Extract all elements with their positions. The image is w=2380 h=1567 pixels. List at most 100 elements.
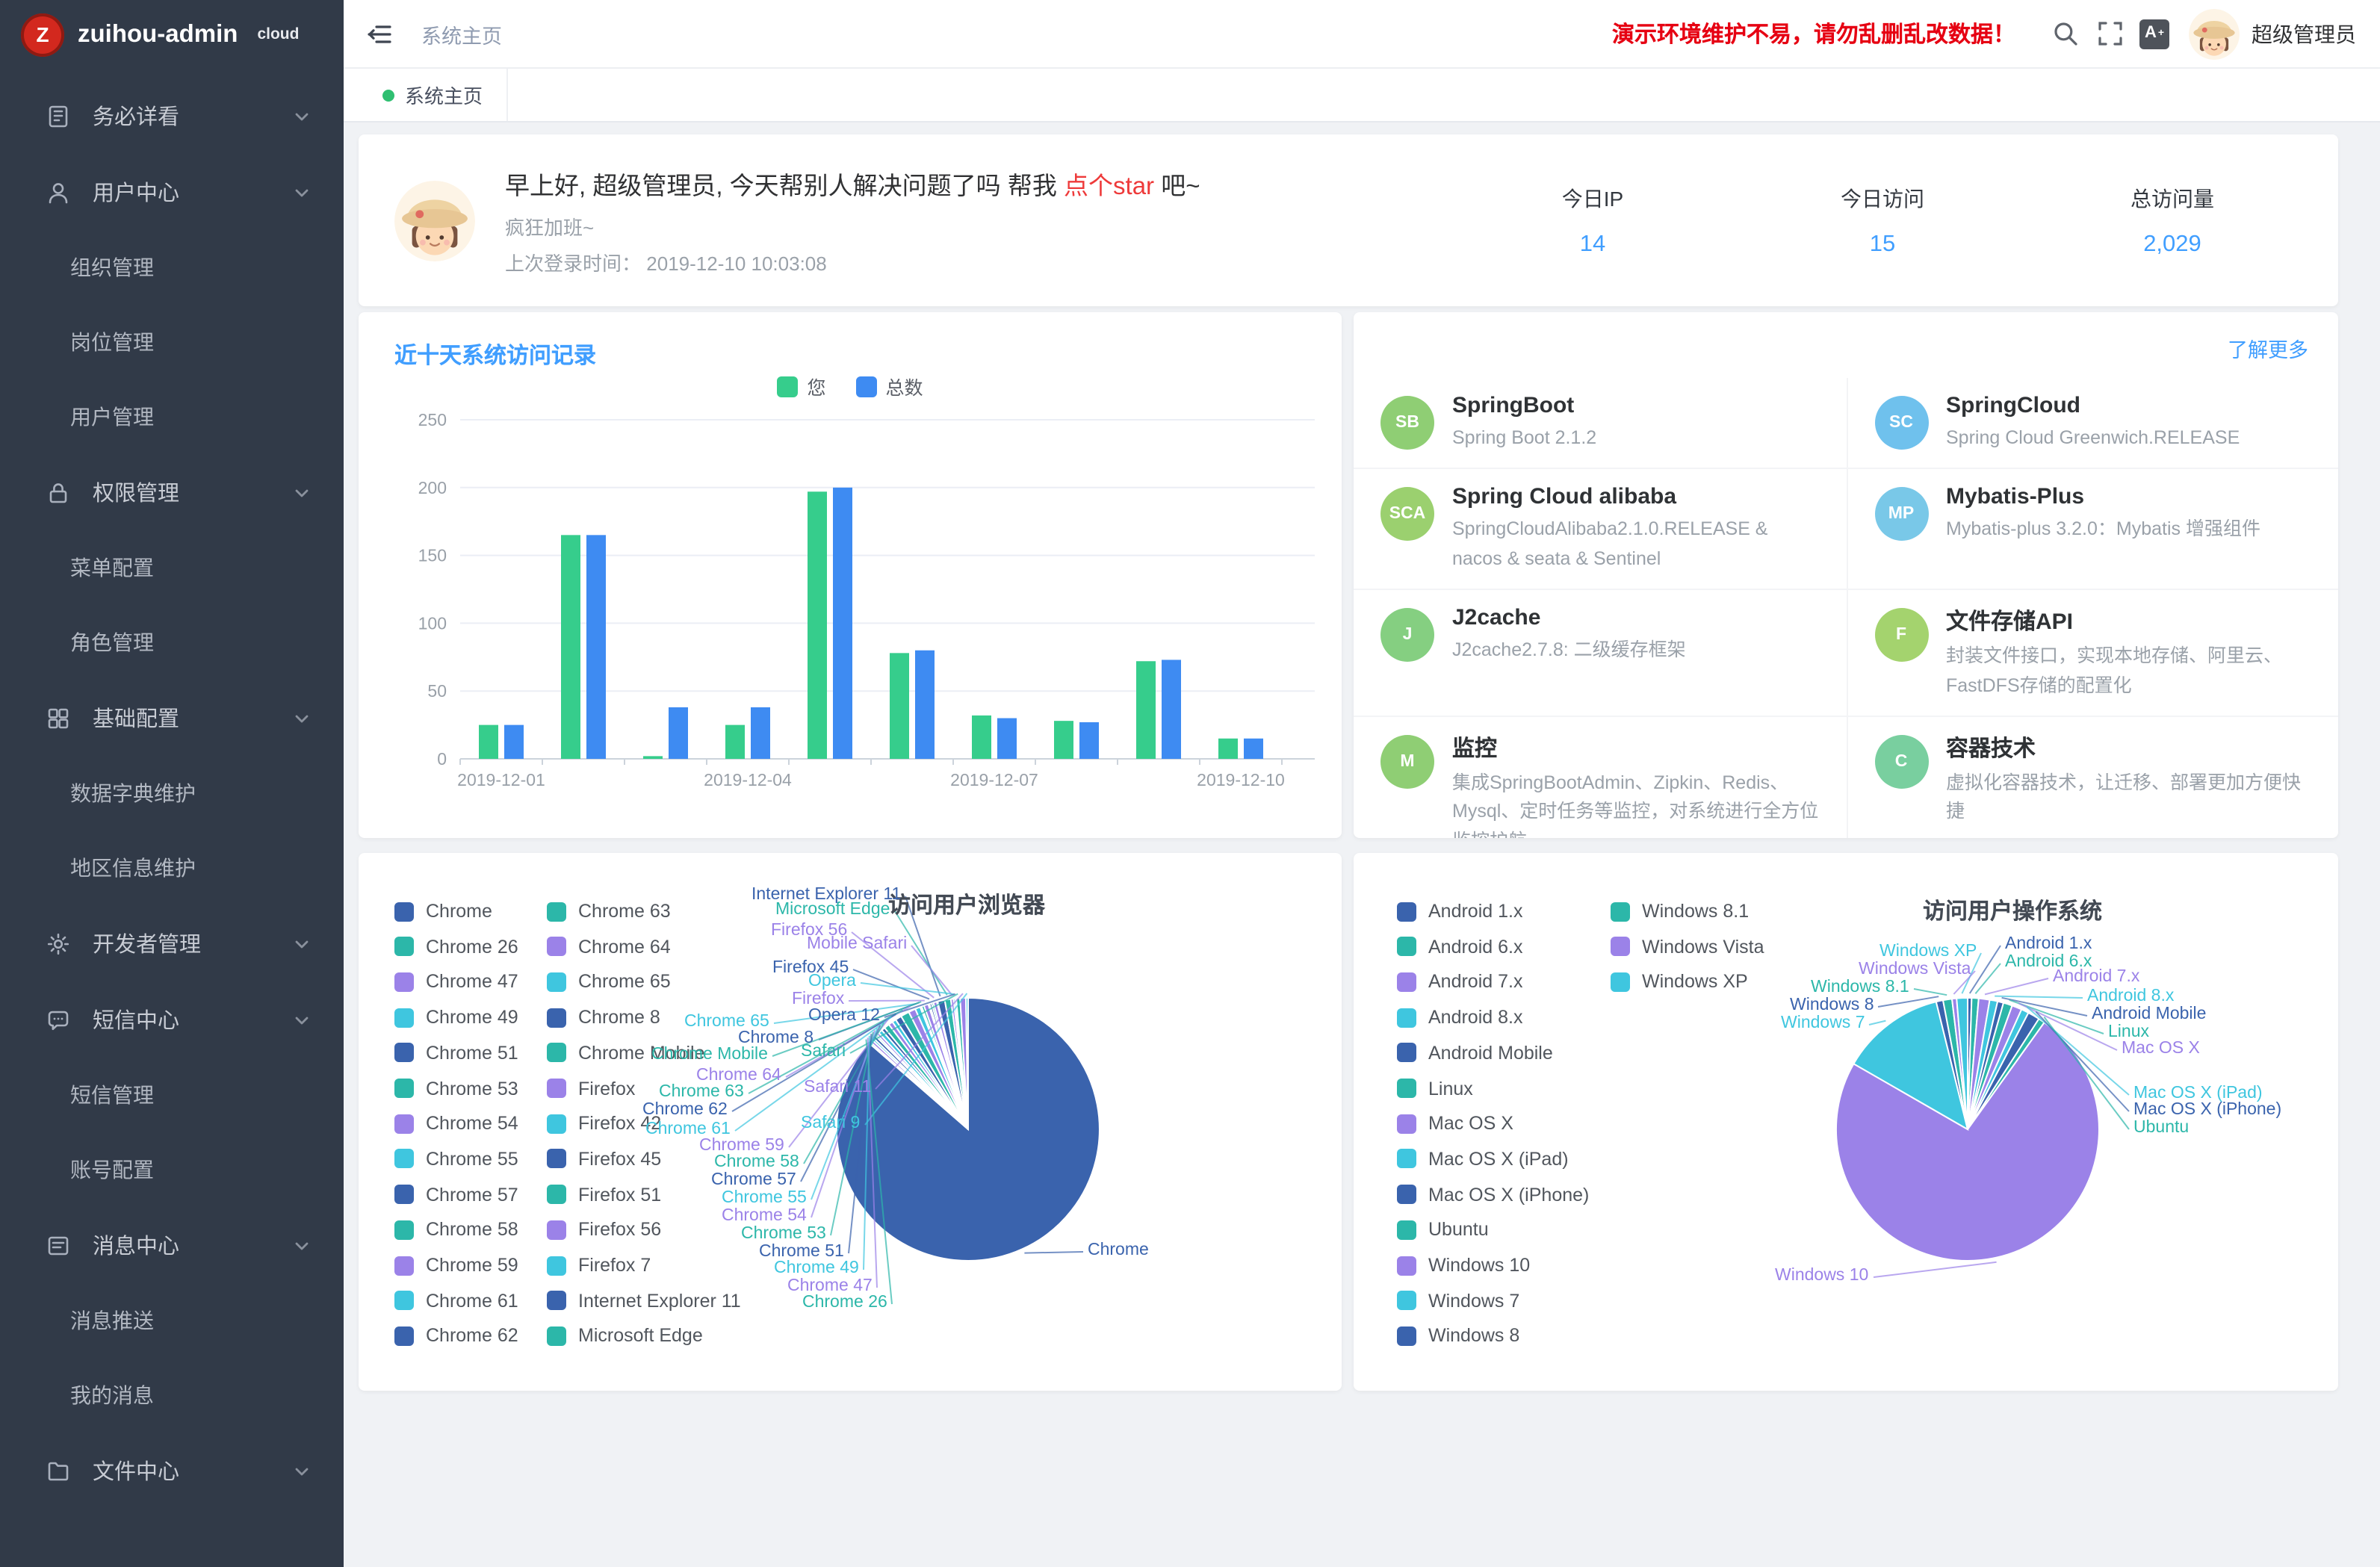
bar-总数[interactable] [669, 707, 688, 759]
sidebar-item-developer[interactable]: 开发者管理 [0, 905, 344, 981]
bar-总数[interactable] [1079, 722, 1099, 759]
font-size-icon[interactable]: A+ [2132, 11, 2177, 56]
bar-您[interactable] [890, 653, 909, 759]
tech-item[interactable]: C容器技术虚拟化容器技术，让迁移、部署更加方便快捷 [1846, 716, 2338, 838]
legend-item[interactable]: Firefox 51 [547, 1184, 661, 1205]
tech-item[interactable]: M监控集成SpringBootAdmin、Zipkin、Redis、Mysql、… [1354, 716, 1846, 838]
sidebar-subitem[interactable]: 地区信息维护 [0, 831, 344, 905]
main-area: 系统主页 演示环境维护不易，请勿乱删乱改数据！ A+ 超级管理 [344, 0, 2380, 1567]
legend-item[interactable]: Chrome 8 [547, 1007, 660, 1028]
learn-more-link[interactable]: 了解更多 [2228, 333, 2308, 363]
legend-item[interactable]: Chrome 51 [394, 1043, 518, 1064]
legend-item[interactable]: Windows XP [1611, 972, 1748, 993]
legend-item[interactable]: Mac OS X (iPhone) [1397, 1184, 1589, 1205]
bar-您[interactable] [808, 491, 827, 759]
legend-item[interactable]: Android Mobile [1397, 1043, 1553, 1064]
sidebar-subitem[interactable]: 菜单配置 [0, 530, 344, 605]
legend-item[interactable]: Firefox [547, 1078, 635, 1099]
legend-item[interactable]: Chrome 55 [394, 1149, 518, 1170]
fullscreen-icon[interactable] [2087, 11, 2132, 56]
legend-item[interactable]: Chrome 64 [547, 936, 671, 957]
legend-item[interactable]: Chrome 63 [547, 901, 671, 922]
legend-item[interactable]: Android 1.x [1397, 901, 1522, 922]
bar-总数[interactable] [586, 535, 606, 759]
legend-item[interactable]: Chrome 58 [394, 1220, 518, 1241]
tech-stack-card: 了解更多 SBSpringBootSpring Boot 2.1.2SCSpri… [1354, 312, 2338, 838]
bar-您[interactable] [1218, 739, 1238, 759]
legend-item[interactable]: Windows 8 [1397, 1326, 1519, 1347]
bar-您[interactable] [972, 716, 991, 759]
sidebar-item-must-read[interactable]: 务必详看 [0, 78, 344, 154]
legend-item[interactable]: Mac OS X [1397, 1113, 1513, 1134]
legend-item[interactable]: Windows 10 [1397, 1255, 1530, 1276]
bar-您[interactable] [1136, 661, 1156, 759]
legend-item[interactable]: Chrome 61 [394, 1290, 518, 1311]
bar-您[interactable] [479, 725, 498, 759]
sidebar-item-permission[interactable]: 权限管理 [0, 454, 344, 530]
bar-总数[interactable] [751, 707, 770, 759]
legend-item[interactable]: Chrome 54 [394, 1113, 518, 1134]
legend-item[interactable]: Internet Explorer 11 [547, 1290, 741, 1311]
legend-item[interactable]: Firefox 45 [547, 1149, 661, 1170]
bar-总数[interactable] [1244, 739, 1263, 759]
legend-item[interactable]: Android 8.x [1397, 1007, 1522, 1028]
legend-item[interactable]: Chrome 65 [547, 972, 671, 993]
tech-item[interactable]: JJ2cacheJ2cache2.7.8: 二级缓存框架 [1354, 589, 1846, 716]
legend-item[interactable]: Chrome 53 [394, 1078, 518, 1099]
star-link[interactable]: 点个star [1064, 173, 1154, 199]
legend-item[interactable]: Windows 7 [1397, 1290, 1519, 1311]
legend-item[interactable]: Chrome 59 [394, 1255, 518, 1276]
tab-系统主页[interactable]: 系统主页 [359, 69, 508, 121]
bar-总数[interactable] [833, 488, 852, 759]
legend-item[interactable]: Android 7.x [1397, 972, 1522, 993]
sidebar-subitem[interactable]: 消息推送 [0, 1283, 344, 1358]
bar-您[interactable] [1054, 721, 1073, 759]
legend-item[interactable]: Chrome 62 [394, 1326, 518, 1347]
sidebar-item-base-config[interactable]: 基础配置 [0, 680, 344, 756]
legend-item[interactable]: Linux [1397, 1078, 1473, 1099]
bar-总数[interactable] [504, 725, 524, 759]
legend-item[interactable]: Chrome 47 [394, 972, 518, 993]
tech-item[interactable]: SBSpringBootSpring Boot 2.1.2 [1354, 378, 1846, 468]
sidebar-subitem[interactable]: 数据字典维护 [0, 756, 344, 831]
legend-item[interactable]: Ubuntu [1397, 1220, 1489, 1241]
tech-item[interactable]: MPMybatis-PlusMybatis-plus 3.2.0：Mybatis… [1846, 468, 2338, 589]
sidebar-item-file-center[interactable]: 文件中心 [0, 1433, 344, 1509]
legend-item[interactable]: Firefox 7 [547, 1255, 651, 1276]
legend-item[interactable]: Firefox 56 [547, 1220, 661, 1241]
sidebar-item-user-center[interactable]: 用户中心 [0, 154, 344, 230]
legend-item[interactable]: Chrome 57 [394, 1184, 518, 1205]
tech-item[interactable]: SCSpringCloudSpring Cloud Greenwich.RELE… [1846, 378, 2338, 468]
bar-总数[interactable] [915, 651, 935, 759]
search-icon[interactable] [2042, 11, 2087, 56]
bar-您[interactable] [643, 756, 663, 759]
tech-item[interactable]: F文件存储API封装文件接口，实现本地存储、阿里云、FastDFS存储的配置化 [1846, 589, 2338, 716]
user-menu[interactable]: 超级管理员 [2189, 8, 2356, 59]
sidebar-subitem[interactable]: 组织管理 [0, 230, 344, 305]
sidebar-collapse-icon[interactable] [365, 19, 394, 49]
legend-item[interactable]: Chrome 49 [394, 1007, 518, 1028]
legend-item[interactable]: Mac OS X (iPad) [1397, 1149, 1569, 1170]
sidebar-subitem[interactable]: 用户管理 [0, 379, 344, 454]
legend-item[interactable]: Chrome 26 [394, 936, 518, 957]
sidebar-item-msg-center[interactable]: 消息中心 [0, 1207, 344, 1283]
bar-您[interactable] [561, 535, 580, 759]
sidebar-subitem[interactable]: 账号配置 [0, 1132, 344, 1207]
bar-总数[interactable] [997, 719, 1017, 759]
legend-item[interactable]: Windows Vista [1611, 936, 1764, 957]
sidebar-subitem[interactable]: 角色管理 [0, 605, 344, 680]
legend-item[interactable]: Chrome [394, 901, 492, 922]
legend-item[interactable]: Windows 8.1 [1611, 901, 1749, 922]
legend-color-swatch [1397, 902, 1416, 921]
tech-item[interactable]: SCASpring Cloud alibabaSpringCloudAlibab… [1354, 468, 1846, 589]
bar-您[interactable] [725, 725, 745, 759]
tech-item-text: 容器技术虚拟化容器技术，让迁移、部署更加方便快捷 [1946, 732, 2311, 838]
sidebar-subitem[interactable]: 岗位管理 [0, 305, 344, 379]
bar-总数[interactable] [1162, 660, 1181, 759]
legend-item[interactable]: Android 6.x [1397, 936, 1522, 957]
legend-item[interactable]: Microsoft Edge [547, 1326, 703, 1347]
sidebar-subitem[interactable]: 短信管理 [0, 1058, 344, 1132]
sidebar-item-sms-center[interactable]: 短信中心 [0, 981, 344, 1058]
app-logo[interactable]: Z zuihou-admin cloud [0, 0, 344, 69]
sidebar-subitem[interactable]: 我的消息 [0, 1358, 344, 1433]
